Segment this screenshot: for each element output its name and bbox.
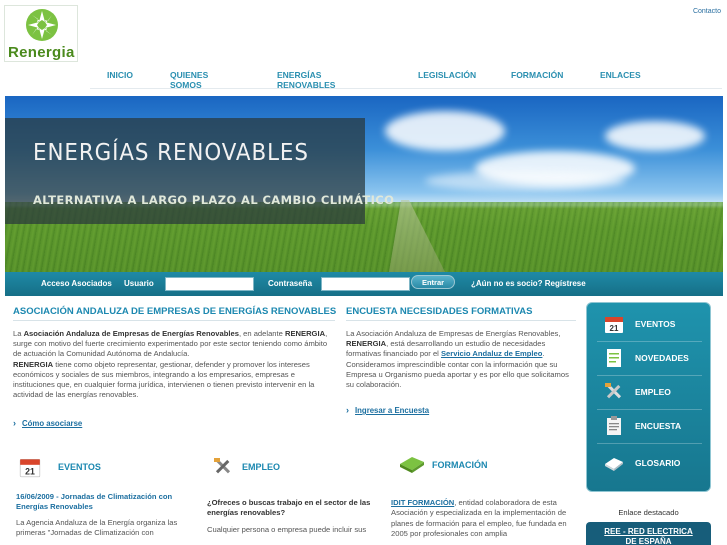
survey-title: ENCUESTA NECESIDADES FORMATIVAS — [346, 306, 533, 317]
user-label: Usuario — [124, 279, 154, 288]
logo-star-icon — [26, 9, 58, 41]
sidebar-item-glosario[interactable]: GLOSARIO — [587, 448, 712, 478]
clipboard-icon — [601, 415, 627, 437]
sidebar-menu: 21 EVENTOS NOVEDADES EMPLEO ENCUESTA GLO… — [586, 302, 711, 492]
hero-subtitle: ALTERNATIVA A LARGO PLAZO AL CAMBIO CLIM… — [33, 193, 395, 207]
nav-divider — [90, 88, 722, 89]
jobs-text: ¿Ofreces o buscas trabajo en el sector d… — [207, 498, 371, 534]
tools-icon — [212, 456, 234, 483]
nav-item-legislacion[interactable]: LEGISLACIÓN — [418, 70, 476, 80]
training-text: IDIT FORMACIÓN, entidad colaboradora de … — [391, 498, 567, 539]
how-to-join-link[interactable]: › Cómo asociarse — [13, 418, 82, 428]
association-text: La Asociación Andaluza de Empresas de En… — [13, 329, 328, 400]
hero-overlay — [5, 118, 365, 224]
jobs-title: EMPLEO — [242, 462, 281, 472]
sidebar-item-empleo[interactable]: EMPLEO — [587, 377, 712, 407]
svg-text:21: 21 — [610, 324, 619, 333]
survey-link[interactable]: › Ingresar a Encuesta — [346, 405, 429, 415]
nav-item-energias-renovables[interactable]: ENERGÍAS RENOVABLES — [277, 70, 335, 90]
register-link[interactable]: ¿Aún no es socio? Regístrese — [471, 279, 586, 288]
sidebar-item-eventos[interactable]: 21 EVENTOS — [587, 309, 712, 339]
event-headline-link[interactable]: 16/06/2009 - Jornadas de Climatización c… — [16, 492, 172, 511]
sidebar-item-encuesta[interactable]: ENCUESTA — [587, 411, 712, 441]
association-title: ASOCIACIÓN ANDALUZA DE EMPRESAS DE ENERG… — [13, 306, 337, 317]
training-title: FORMACIÓN — [432, 460, 488, 470]
events-text: 16/06/2009 - Jornadas de Climatización c… — [16, 492, 178, 538]
nav-item-enlaces[interactable]: ENLACES — [600, 70, 641, 80]
nav-item-quienes-somos[interactable]: QUIENES SOMOS — [170, 70, 208, 90]
tools-icon — [601, 381, 627, 403]
chevron-right-icon: › — [346, 405, 349, 415]
nav-item-formacion[interactable]: FORMACIÓN — [511, 70, 563, 80]
nav-item-inicio[interactable]: INICIO — [107, 70, 133, 80]
idit-link[interactable]: IDIT FORMACIÓN — [391, 498, 454, 507]
calendar-icon: 21 — [18, 455, 42, 484]
books-icon — [398, 452, 426, 479]
sidebar-item-novedades[interactable]: NOVEDADES — [587, 343, 712, 373]
password-label: Contraseña — [268, 279, 313, 288]
svg-text:21: 21 — [25, 467, 35, 477]
document-icon — [601, 347, 627, 369]
featured-link-label: Enlace destacado — [618, 508, 679, 517]
hero-banner: ENERGÍAS RENOVABLES ALTERNATIVA A LARGO … — [5, 96, 723, 272]
chevron-right-icon: › — [13, 418, 16, 428]
login-bar: Acceso Asociados Usuario Contraseña Entr… — [5, 272, 723, 296]
logo[interactable]: Renergia — [4, 5, 78, 62]
login-label: Acceso Asociados — [41, 279, 112, 288]
calendar-icon: 21 — [601, 313, 627, 335]
featured-link-ree[interactable]: REE - RED ELECTRICA DE ESPAÑA — [586, 522, 711, 545]
contact-link[interactable]: Contacto — [693, 8, 721, 15]
hero-title: ENERGÍAS RENOVABLES — [33, 140, 309, 166]
logo-text: Renergia — [8, 44, 75, 61]
password-input[interactable] — [321, 277, 410, 291]
login-button[interactable]: Entrar — [411, 275, 455, 289]
survey-text: La Asociación Andaluza de Empresas de En… — [346, 329, 569, 390]
book-icon — [601, 452, 627, 474]
username-input[interactable] — [165, 277, 254, 291]
events-title: EVENTOS — [58, 462, 101, 472]
